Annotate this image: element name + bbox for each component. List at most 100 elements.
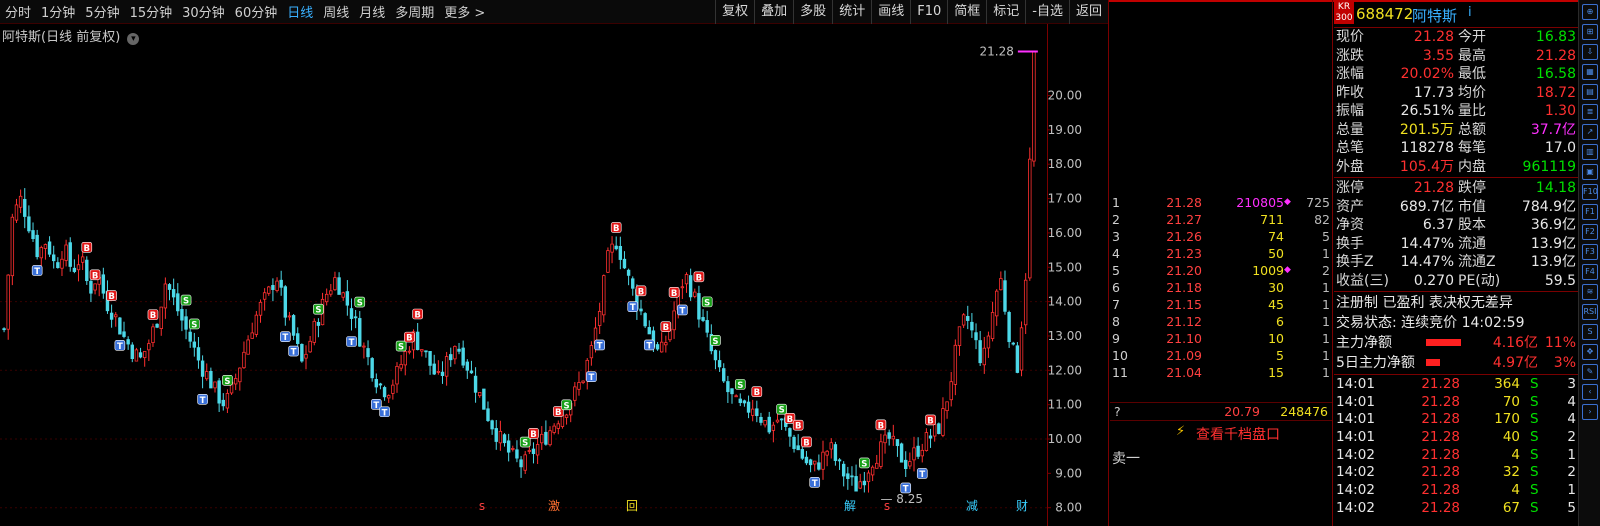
- side-tool-icon[interactable]: ✎: [1582, 364, 1598, 380]
- candle-body: [482, 388, 486, 410]
- side-tool-icon[interactable]: ✥: [1582, 344, 1598, 360]
- period-tab[interactable]: 60分钟: [230, 2, 283, 21]
- order-volume: 6: [1276, 314, 1284, 329]
- signal-tag-letter: S: [564, 401, 570, 411]
- side-tool-icon[interactable]: ⇩: [1582, 44, 1598, 60]
- candlestick-plot[interactable]: 20.00 19.00 18.00 17.00 16.00 15.00 14.00 13.00…: [0, 24, 1108, 526]
- candle-body: [986, 335, 991, 349]
- tick-count: 1: [1567, 446, 1576, 463]
- side-tool-icon[interactable]: F10: [1582, 184, 1598, 200]
- signal-tag-letter: B: [530, 430, 536, 440]
- side-tool-icon[interactable]: F2: [1582, 224, 1598, 240]
- order-book-row[interactable]: 3 21.26 74 5: [1110, 228, 1332, 245]
- side-tool-icon[interactable]: ⊞: [1582, 24, 1598, 40]
- capital-flow: 主力净额 4.16亿 11% 5日主力净额 4.97亿 3%: [1334, 333, 1578, 373]
- side-tool-icon[interactable]: RSI: [1582, 304, 1598, 320]
- flow-label: 5日主力净额: [1336, 355, 1415, 371]
- order-book-row[interactable]: 1 21.28 210805 ◆ 725: [1110, 194, 1332, 211]
- quote-row: 资产 689.7亿 市值 784.9亿: [1334, 198, 1578, 217]
- order-book-row[interactable]: 2 21.27 711 82: [1110, 211, 1332, 228]
- side-tool-icon[interactable]: F4: [1582, 264, 1598, 280]
- candle-body: [333, 277, 337, 291]
- side-tool-icon[interactable]: ▦: [1582, 64, 1598, 80]
- signal-tag-letter: T: [588, 373, 594, 383]
- summary-volume: 248476: [1280, 404, 1328, 419]
- quote-label: 换手Z: [1336, 254, 1374, 270]
- toolbar-button[interactable]: 标记: [986, 0, 1025, 24]
- info-icon[interactable]: i: [1468, 5, 1472, 20]
- candle-body: [701, 317, 705, 321]
- side-tool-icon[interactable]: ≣: [1582, 104, 1598, 120]
- period-tab[interactable]: 多周期: [390, 2, 439, 21]
- period-tab[interactable]: 周线: [318, 2, 354, 21]
- candle-body: [693, 291, 697, 297]
- side-tool-icon[interactable]: ≋: [1582, 284, 1598, 300]
- toolbar-button[interactable]: -自选: [1025, 0, 1069, 24]
- kline-chart[interactable]: 阿特斯(日线 前复权) ▾ 20.00 19.00 18.00 17.00 16.00 1…: [0, 24, 1108, 526]
- price-axis-label: 12.00: [1048, 363, 1082, 377]
- tick-list: 14:01 21.28 364 S 3 14:01 21.28 70 S 4 14:01 21.28 1…: [1334, 376, 1578, 518]
- order-book-row[interactable]: 7 21.15 45 1: [1110, 296, 1332, 313]
- candle-body: [974, 332, 978, 341]
- toolbar-button[interactable]: 画线: [871, 0, 910, 24]
- candle-body: [142, 351, 147, 359]
- toolbar-button[interactable]: F10: [910, 0, 947, 24]
- candle-body: [287, 315, 292, 318]
- period-tab[interactable]: 5分钟: [80, 2, 124, 21]
- toolbar-button[interactable]: 简框: [947, 0, 986, 24]
- period-tab[interactable]: 30分钟: [177, 2, 230, 21]
- side-tool-icon[interactable]: F3: [1582, 244, 1598, 260]
- signal-tag-letter: B: [150, 311, 156, 321]
- signal-tag-letter: B: [406, 334, 412, 344]
- side-tool-icon[interactable]: ▤: [1582, 84, 1598, 100]
- candle-body: [324, 293, 329, 303]
- quote-label: 现价: [1336, 29, 1364, 45]
- order-book-row[interactable]: 9 21.10 10 1: [1110, 330, 1332, 347]
- side-tool-icon[interactable]: F1: [1582, 204, 1598, 220]
- toolbar-button[interactable]: 复权: [715, 0, 754, 24]
- candle-body: [717, 360, 722, 368]
- candle-body: [523, 454, 527, 471]
- toolbar-button[interactable]: 叠加: [754, 0, 793, 24]
- price-axis-divider: [1047, 24, 1048, 526]
- candle-body: [1023, 279, 1028, 326]
- side-tool-icon[interactable]: ⊕: [1582, 4, 1598, 20]
- tick-row: 14:01 21.28 170 S 4: [1334, 411, 1578, 429]
- order-book-row[interactable]: 6 21.18 30 1: [1110, 279, 1332, 296]
- side-tool-icon[interactable]: ↗: [1582, 124, 1598, 140]
- order-book-row[interactable]: 10 21.09 5 1: [1110, 347, 1332, 364]
- order-volume: 15: [1268, 365, 1284, 380]
- period-tab[interactable]: 15分钟: [125, 2, 178, 21]
- period-tab[interactable]: 月线: [354, 2, 390, 21]
- candle-body: [750, 408, 755, 416]
- candle-body: [101, 274, 106, 294]
- toolbar-button[interactable]: 多股: [793, 0, 832, 24]
- candle-body: [345, 291, 350, 306]
- toolbar-button[interactable]: 统计: [832, 0, 871, 24]
- side-tool-icon[interactable]: ›: [1582, 404, 1598, 420]
- candle-body: [870, 466, 875, 476]
- period-tab[interactable]: 分时: [0, 2, 36, 21]
- period-tab[interactable]: 1分钟: [36, 2, 80, 21]
- order-book-row[interactable]: 5 21.20 1009 ◆ 2: [1110, 262, 1332, 279]
- signal-tag-letter: S: [191, 320, 197, 330]
- side-tool-icon[interactable]: ▣: [1582, 164, 1598, 180]
- divider: [1334, 177, 1578, 178]
- order-book-row[interactable]: 8 21.12 6 1: [1110, 313, 1332, 330]
- candle-body: [548, 430, 552, 446]
- period-tab[interactable]: 日线: [282, 2, 318, 21]
- quote-label: 资产: [1336, 198, 1364, 215]
- side-tool-icon[interactable]: ▥: [1582, 144, 1598, 160]
- side-tool-icon[interactable]: ‹: [1582, 384, 1598, 400]
- side-tool-icon[interactable]: S: [1582, 324, 1598, 340]
- view-thousand-book-link[interactable]: 查看千档盘口: [1196, 424, 1280, 444]
- candle-body: [1007, 312, 1011, 343]
- quote-label: 量比: [1458, 103, 1486, 119]
- tick-count: 3: [1567, 376, 1576, 392]
- order-book-row[interactable]: 11 21.04 15 1: [1110, 364, 1332, 381]
- period-tab[interactable]: 更多 >: [439, 2, 490, 21]
- order-book-row[interactable]: 4 21.23 50 1: [1110, 245, 1332, 262]
- toolbar-button[interactable]: 返回: [1068, 0, 1108, 24]
- order-count: 1: [1322, 280, 1330, 295]
- stock-name[interactable]: 阿特斯: [1412, 5, 1457, 26]
